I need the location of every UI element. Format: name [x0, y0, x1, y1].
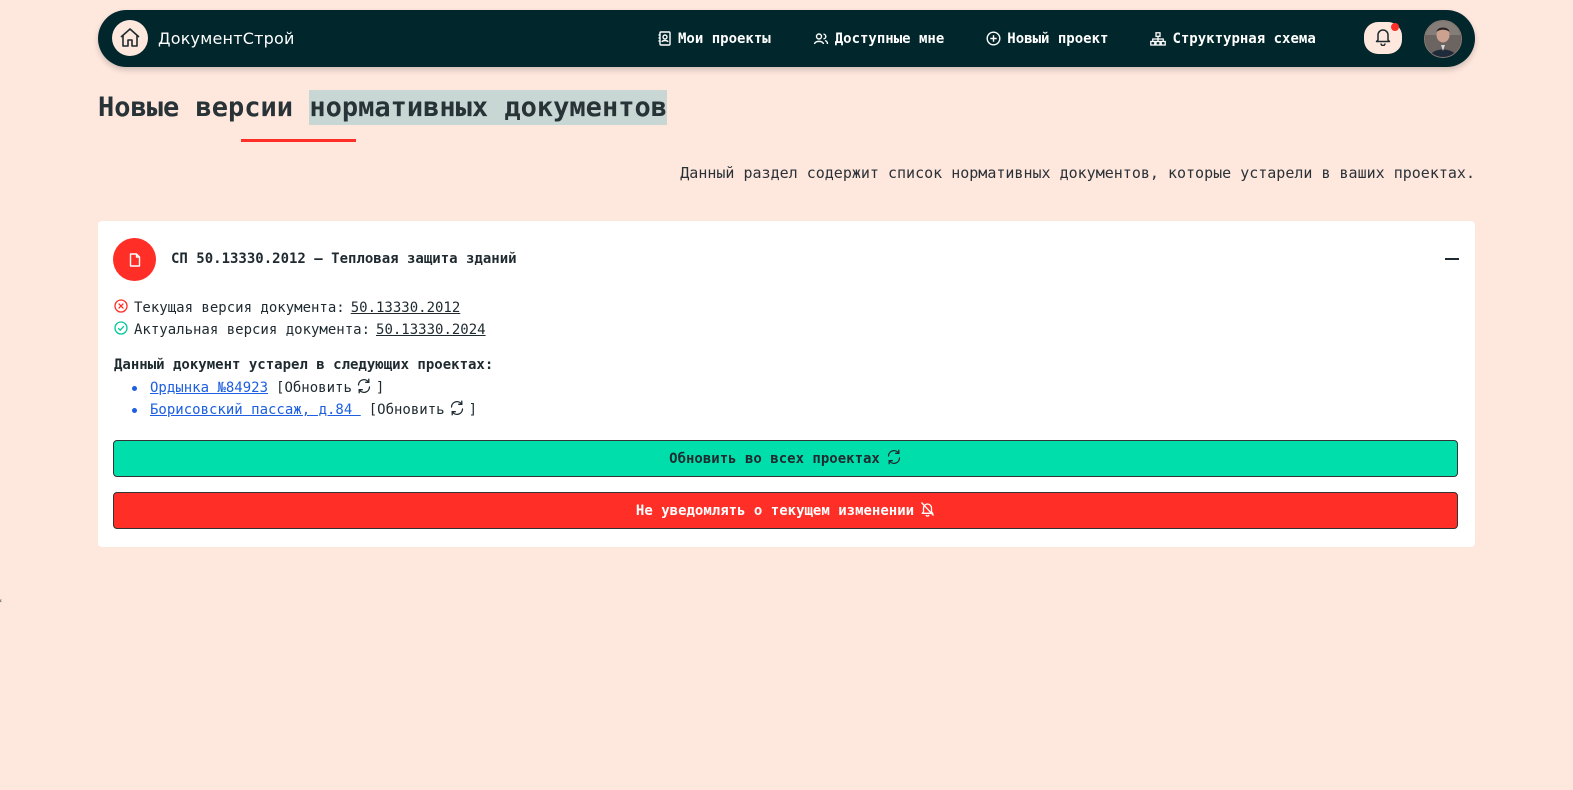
- refresh-icon: [449, 400, 465, 420]
- unread-badge: [1391, 23, 1399, 31]
- title-underline: [241, 139, 356, 142]
- nav-my-projects[interactable]: Мои проекты: [658, 31, 771, 47]
- nav-label: Новый проект: [1007, 30, 1109, 47]
- x-circle-icon: [114, 299, 128, 317]
- home-icon[interactable]: [112, 20, 148, 56]
- current-version-row: Текущая версия документа: 50.13330.2012: [114, 299, 460, 317]
- update-label: [Обновить: [368, 402, 445, 418]
- actual-version-row: Актуальная версия документа: 50.13330.20…: [114, 321, 486, 339]
- page-title-part1: Новые версии: [98, 92, 294, 123]
- project-link[interactable]: Ордынка №84923: [150, 380, 268, 396]
- update-all-label: Обновить во всех проектах: [669, 450, 880, 467]
- project-link[interactable]: Борисовский пассаж, д.84: [150, 402, 361, 418]
- list-item: Борисовский пассаж, д.84 [Обновить ]: [114, 399, 477, 421]
- notifications-button[interactable]: [1364, 22, 1402, 54]
- contact-book-icon: [658, 31, 672, 46]
- refresh-icon: [886, 449, 902, 469]
- brand[interactable]: ДокументСтрой: [112, 20, 295, 56]
- hierarchy-icon: [1150, 31, 1167, 46]
- check-circle-icon: [114, 321, 128, 339]
- nav-shared-with-me[interactable]: Доступные мне: [813, 30, 945, 47]
- bell-icon: [1374, 27, 1392, 50]
- update-label: [Обновить: [276, 380, 352, 396]
- mute-notification-button[interactable]: Не уведомлять о текущем изменении: [113, 492, 1458, 529]
- update-close: ]: [468, 402, 478, 418]
- page-description: Данный раздел содержит список нормативны…: [680, 164, 1475, 182]
- update-project-button[interactable]: [Обновить ]: [369, 400, 477, 420]
- nav-links: Мои проекты Доступные мне Новый проект С…: [658, 10, 1358, 67]
- collapse-button[interactable]: [1445, 258, 1459, 260]
- plus-circle-icon: [986, 31, 1001, 46]
- list-item: Ордынка №84923 [Обновить ]: [114, 377, 477, 399]
- outdated-projects-list: Ордынка №84923 [Обновить ] Борисовский п…: [114, 377, 477, 421]
- document-card: СП 50.13330.2012 — Тепловая защита здани…: [98, 221, 1475, 547]
- document-title: СП 50.13330.2012 — Тепловая защита здани…: [171, 251, 517, 267]
- top-navbar: ДокументСтрой Мои проекты Доступные мне …: [98, 10, 1475, 67]
- nav-new-project[interactable]: Новый проект: [986, 31, 1108, 47]
- current-version-link[interactable]: 50.13330.2012: [351, 300, 461, 316]
- nav-label: Мои проекты: [678, 30, 771, 47]
- nav-structure-scheme[interactable]: Структурная схема: [1150, 30, 1316, 47]
- brand-name[interactable]: ДокументСтрой: [158, 29, 295, 48]
- nav-label: Доступные мне: [834, 30, 945, 47]
- actual-version-label: Актуальная версия документа:: [134, 322, 371, 338]
- update-all-button[interactable]: Обновить во всех проектах: [113, 440, 1458, 477]
- page-title-part2: нормативных документов: [309, 90, 667, 125]
- users-icon: [813, 32, 829, 46]
- current-version-label: Текущая версия документа:: [134, 300, 345, 316]
- bullet: [132, 407, 137, 413]
- mute-label: Не уведомлять о текущем изменении: [635, 502, 915, 519]
- update-close: ]: [375, 380, 385, 396]
- scroll-marker: ✱: [0, 596, 4, 605]
- outdated-projects-heading: Данный документ устарел в следующих прое…: [114, 357, 494, 373]
- nav-label: Структурная схема: [1172, 30, 1316, 47]
- update-project-button[interactable]: [Обновить ]: [276, 378, 384, 398]
- actual-version-link[interactable]: 50.13330.2024: [376, 322, 486, 338]
- avatar[interactable]: [1424, 20, 1462, 58]
- bell-off-icon: [920, 501, 935, 521]
- refresh-icon: [356, 378, 372, 398]
- page-title: Новые версии нормативных документов: [98, 90, 667, 125]
- bullet: [132, 385, 137, 391]
- document-icon: [113, 238, 156, 281]
